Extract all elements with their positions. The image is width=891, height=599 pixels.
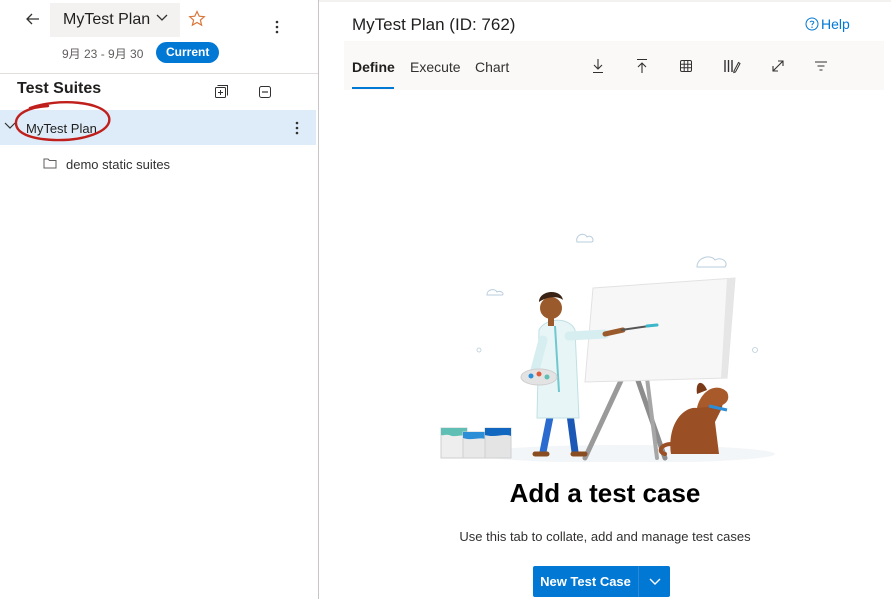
more-options-icon[interactable] [289, 119, 305, 137]
help-label: Help [821, 16, 850, 32]
filter-icon [815, 61, 827, 71]
top-border [319, 0, 891, 2]
plan-picker-label: MyTest Plan [63, 11, 151, 28]
chevron-down-icon[interactable] [4, 121, 16, 131]
help-circle-icon [805, 17, 819, 31]
back-button[interactable] [22, 8, 44, 30]
download-button[interactable] [588, 56, 608, 76]
active-tab-indicator [352, 87, 394, 89]
current-badge: Current [156, 42, 220, 63]
new-test-case-dropdown-button[interactable] [639, 566, 670, 597]
new-test-case-button[interactable]: New Test Case [533, 566, 638, 597]
plan-picker[interactable]: MyTest Plan [50, 3, 180, 37]
fullscreen-icon [772, 60, 784, 72]
tree-item-child-suite[interactable]: demo static suites [0, 148, 316, 180]
upload-button[interactable] [632, 56, 652, 76]
new-test-case-split-button: New Test Case [533, 566, 670, 597]
back-arrow-icon [26, 13, 39, 25]
tree-item-root-suite[interactable]: MyTest Plan [0, 110, 316, 145]
test-suites-title: Test Suites [17, 80, 102, 97]
page-title: MyTest Plan (ID: 762) [352, 15, 516, 34]
main-panel: MyTest Plan (ID: 762) Help Define Execut… [319, 0, 891, 599]
tab-bar: Define Execute Chart [344, 41, 884, 90]
tab-chart[interactable]: Chart [475, 59, 509, 75]
upload-icon [637, 58, 647, 73]
tab-execute[interactable]: Execute [410, 59, 461, 75]
left-panel: MyTest Plan 9月 23 - 9月 30 Current Test S… [0, 0, 318, 599]
help-link[interactable]: Help [805, 16, 850, 32]
tree-item-label: MyTest Plan [26, 121, 97, 136]
empty-state-title: Add a test case [509, 478, 701, 508]
tab-define[interactable]: Define [352, 59, 395, 75]
filter-button[interactable] [811, 56, 831, 76]
collapse-all-icon[interactable] [257, 84, 273, 100]
folder-icon [43, 158, 57, 169]
column-options-button[interactable] [722, 56, 742, 76]
expand-all-icon[interactable] [213, 84, 229, 100]
more-options-icon[interactable] [268, 18, 286, 36]
painter-illustration [440, 233, 775, 462]
fullscreen-button[interactable] [768, 56, 788, 76]
empty-state-description: Use this tab to collate, add and manage … [459, 529, 751, 544]
chevron-down-icon [649, 578, 660, 585]
grid-view-button[interactable] [676, 56, 696, 76]
iteration-dates: 9月 23 - 9月 30 [62, 47, 144, 61]
grid-icon [680, 60, 692, 72]
favorite-star-icon[interactable] [187, 9, 207, 29]
column-options-icon [724, 60, 741, 74]
tree-item-label: demo static suites [66, 157, 171, 172]
download-icon [593, 59, 603, 74]
chevron-down-icon [156, 14, 168, 21]
header-divider [0, 73, 318, 74]
